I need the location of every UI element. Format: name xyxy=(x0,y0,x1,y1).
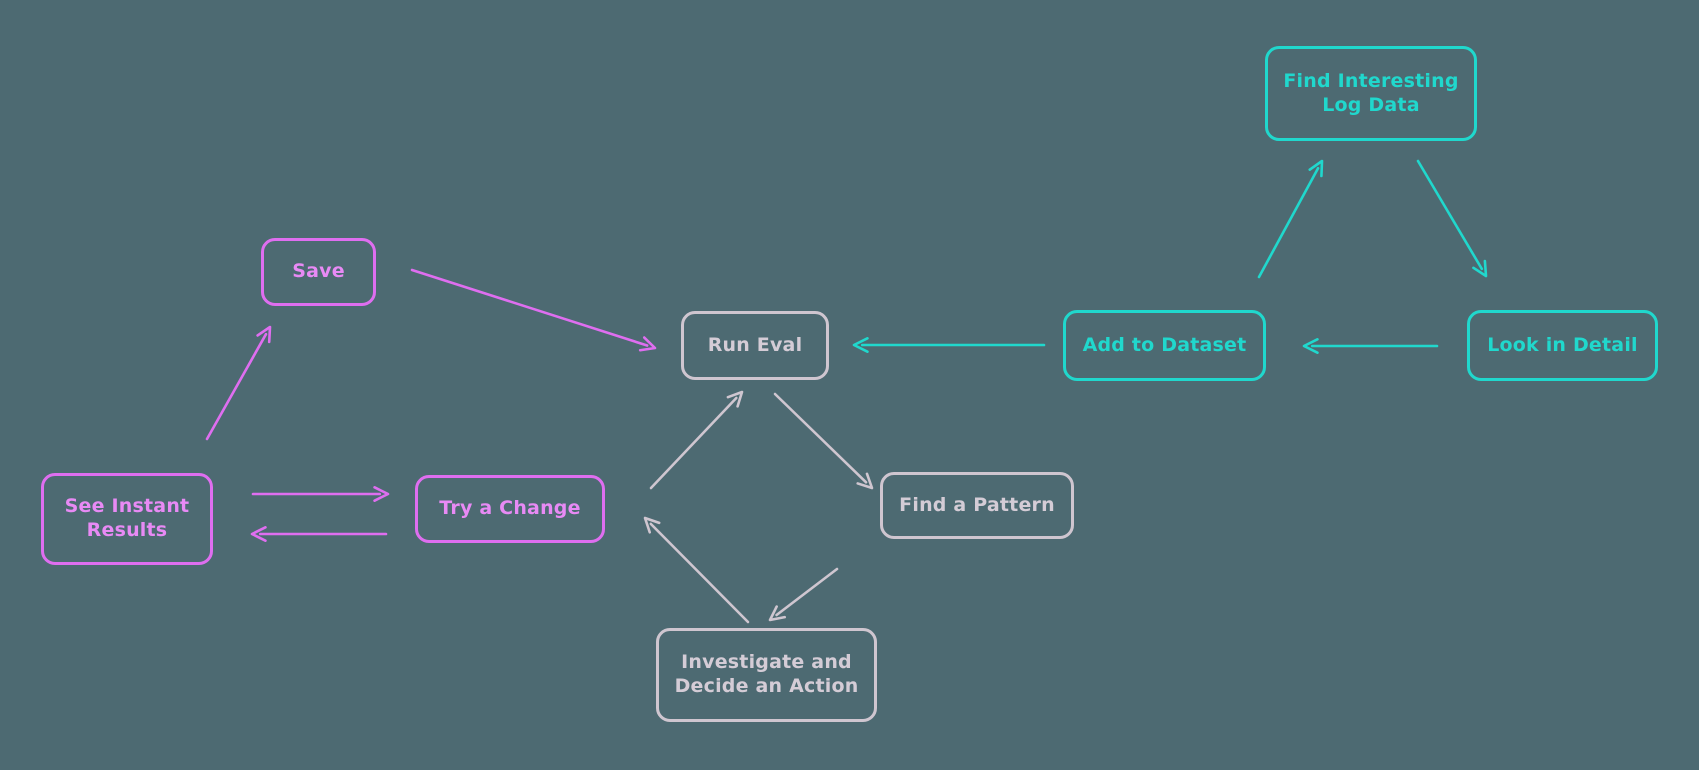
arrow-edge-add-to-dataset-to-find-interesting-log-data xyxy=(1257,159,1324,279)
node-label-see-instant-results: See Instant Results xyxy=(64,495,190,541)
node-label-save: Save xyxy=(292,260,345,283)
node-label-add-to-dataset: Add to Dataset xyxy=(1082,333,1247,356)
node-find-interesting-log-data[interactable]: Find Interesting Log Data xyxy=(1265,46,1477,141)
node-run-eval[interactable]: Run Eval xyxy=(681,311,829,380)
diagram-canvas: Find Interesting Log Data Add to Dataset L… xyxy=(0,0,1699,770)
node-save[interactable]: Save xyxy=(261,238,376,306)
arrow-edge-look-in-detail-to-add-to-dataset xyxy=(1302,338,1439,354)
node-add-to-dataset[interactable]: Add to Dataset xyxy=(1063,310,1266,381)
node-label-investigate-and-decide-an-action: Investigate and Decide an Action xyxy=(674,651,859,697)
node-look-in-detail[interactable]: Look in Detail xyxy=(1467,310,1658,381)
arrow-edge-find-interesting-log-data-to-look-in-detail xyxy=(1416,159,1488,278)
node-investigate-and-decide-an-action[interactable]: Investigate and Decide an Action xyxy=(656,628,877,722)
arrow-edge-save-to-run-eval xyxy=(410,268,657,352)
arrow-edge-find-a-pattern-to-investigate xyxy=(768,567,839,622)
node-label-run-eval: Run Eval xyxy=(707,333,803,356)
node-label-try-a-change: Try a Change xyxy=(439,497,581,520)
arrow-edge-try-a-change-to-see-instant-results xyxy=(250,526,388,542)
arrow-edge-see-instant-results-to-try-a-change xyxy=(251,486,390,502)
arrow-edge-investigate-to-run-eval xyxy=(649,390,744,490)
node-see-instant-results[interactable]: See Instant Results xyxy=(41,473,213,565)
arrow-edge-see-instant-results-to-save xyxy=(205,325,272,441)
node-label-find-interesting-log-data: Find Interesting Log Data xyxy=(1283,69,1459,116)
node-try-a-change[interactable]: Try a Change xyxy=(415,475,605,543)
node-label-look-in-detail: Look in Detail xyxy=(1487,333,1638,356)
node-label-find-a-pattern: Find a Pattern xyxy=(899,493,1055,516)
arrow-edge-run-eval-to-find-a-pattern xyxy=(773,392,874,490)
node-find-a-pattern[interactable]: Find a Pattern xyxy=(880,472,1074,539)
arrow-edge-add-to-dataset-to-run-eval xyxy=(852,337,1046,353)
arrow-edge-run-eval-loop-lower-left xyxy=(643,516,750,624)
